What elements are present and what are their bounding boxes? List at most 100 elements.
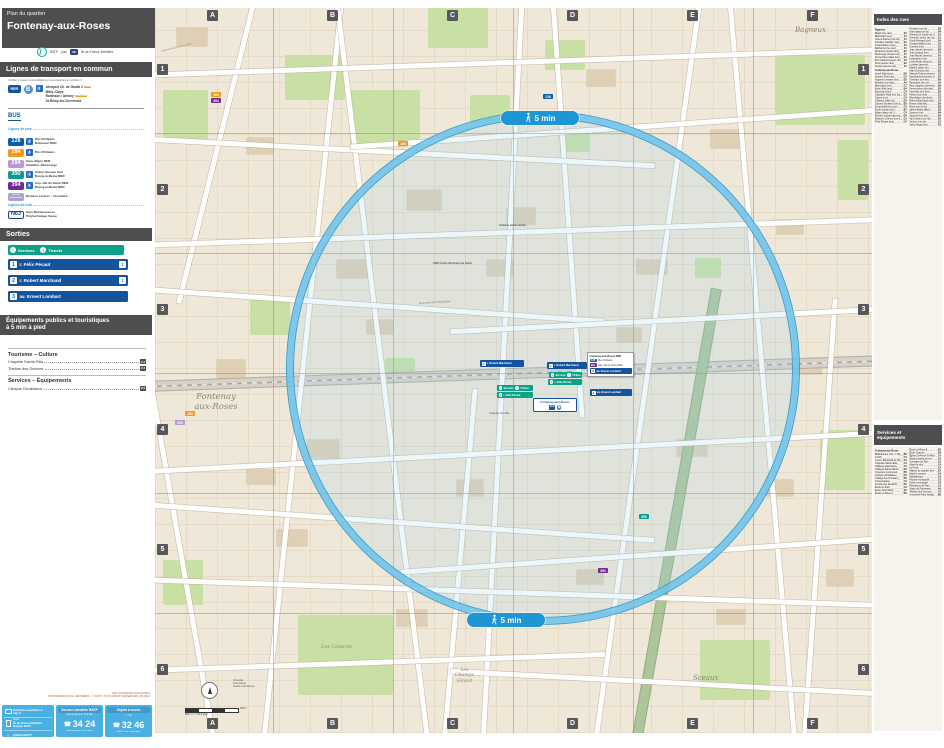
grid-number-left: 3 <box>157 304 168 315</box>
label-fontenay-line1: Fontenay <box>196 392 236 402</box>
grid-line-vertical <box>273 8 274 733</box>
customer-service-hours: tous les jours de 7h à 21h <box>66 714 93 716</box>
grid-letter-bottom: C <box>447 718 458 729</box>
divider <box>8 108 144 109</box>
street-index-row: Verdun (avenue de) F1 <box>875 65 907 68</box>
walking-person-icon <box>525 112 531 123</box>
bus-destination: Issy–Val de Seine RER <box>598 363 623 367</box>
grid-number-left: 2 <box>157 184 168 195</box>
night-lines-label: Lignes de nuit <box>8 203 144 207</box>
idfm-logo-text: Île-de-France Mobilités <box>80 50 114 54</box>
map-exit-bar-lombart-south: 3 av. Ernest Lombart <box>590 389 632 396</box>
wheelchair-icon: ♿ <box>26 149 33 156</box>
park-area <box>298 615 393 695</box>
bus-line-number: Le Petit Fontenaisien <box>8 192 24 201</box>
accessibility-note: Vérifiez le niveau d'accessibilité sur w… <box>8 79 82 82</box>
bus-line-destinations: Pte d'Orléans <box>35 149 55 155</box>
grid-number-right: 1 <box>858 64 869 75</box>
grid-letter-top: A <box>207 10 218 21</box>
north-compass-icon <box>201 682 218 699</box>
rer-destinations: Aéroport Ch. de Gaulle 2 TGV Mitry–Claye… <box>46 85 91 103</box>
grid-number-left: 6 <box>157 664 168 675</box>
grid-number-right: 4 <box>858 424 869 435</box>
map-credits: AGR. FONTENAY-AUX-ROSES DSP/DMO/PRI/VICS… <box>0 692 150 699</box>
section-transport-header: Lignes de transport en commun <box>0 62 152 77</box>
poi-name: Théâtre des Sources <box>8 366 44 371</box>
exit-number: 1 <box>498 393 502 397</box>
index-section-bagneux: Bagneux <box>874 27 886 31</box>
scale-label: 100 m <box>240 706 247 710</box>
services-section-fontenay: Fontenay-aux-Roses <box>874 448 899 452</box>
group-tourisme-items: Chapelle Sainte-Rita C4 Théâtre des Sour… <box>8 359 146 371</box>
index-section-fontenay: Fontenay-aux-Roses <box>874 68 899 72</box>
grid-reference: B6 <box>937 492 941 496</box>
contact-web-row: iledefrance-mobilites.fr ratp.fr <box>4 707 52 718</box>
building-block <box>587 70 615 86</box>
tickets-label: Tickets <box>48 247 63 253</box>
grid-reference: D4 <box>140 385 146 391</box>
bus-stop-badge: 194 <box>185 411 195 416</box>
phone-note2: + prix appel <box>81 730 93 732</box>
label-les-champs-girard: Les Champs Girard <box>455 668 474 684</box>
walking-person-icon <box>491 614 497 625</box>
bus-line-number: 128 <box>8 137 24 146</box>
logo-pour-text: pour <box>60 50 68 54</box>
bus-mode-label: BUS <box>8 113 21 121</box>
rer-destination-name: Robinson / Antony <box>45 94 74 99</box>
five-min-text: 5 min <box>500 615 522 625</box>
exit-list: 1 r. Félix Pécaut ⇕ 2 r. Robert Marchand… <box>8 259 128 307</box>
grid-reference: C4 <box>903 120 907 124</box>
elevator-icon: ⇕ <box>119 261 126 268</box>
twitter-icon: t <box>7 732 9 738</box>
grid-number-right: 5 <box>858 544 869 555</box>
map-services-bar: i Services t Tickets <box>549 372 582 378</box>
grid-reference: F1 <box>903 64 907 68</box>
rer-mode-icon: RER <box>8 85 21 93</box>
road <box>176 8 259 304</box>
lost-found-icons: ⌂ ☂ ✉ <box>125 715 132 717</box>
bus-stop-badge: 390 <box>639 514 649 519</box>
index-rues-columns: Bagneux Blagis (rue des) E1 Blanchard (r… <box>874 26 942 418</box>
label-champs-line3: Girard <box>456 678 473 684</box>
grid-letter-bottom: B <box>327 718 338 729</box>
day-lines-label: Lignes de jour <box>8 127 144 131</box>
wheelchair-icon: ♿ <box>26 182 33 189</box>
twitter-handle: @ClientsRATP <box>13 733 32 737</box>
bus-stop-info-box: Fontenay-aux-Roses RER 128 Pte d'Orléans… <box>587 352 634 377</box>
group-services-items: Clinique Clinalliance D4 <box>8 385 146 391</box>
idfm-logo-icon: îdF <box>70 49 78 55</box>
day-lines-text: Lignes de jour <box>8 127 32 131</box>
grid-number-right: 2 <box>858 184 869 195</box>
park-area <box>350 90 420 145</box>
rer-b-icon: B <box>23 85 33 94</box>
street-index-row: Félix Pécaut (rue) C4 <box>875 120 907 123</box>
lost-found-phone: ☎ 32 46 <box>107 720 150 730</box>
dotted-leader <box>44 362 139 363</box>
bus-line-row: N63 Gare Montparnasse Polytechnique Vauv… <box>8 209 150 220</box>
exit-street-label: r. Robert Marchand <box>487 362 512 365</box>
bus-destination-1: Pte d'Orléans <box>35 149 55 154</box>
bus-line-destinations: Gare d'Igny RER Châtillon–Montrouge <box>26 159 57 167</box>
grid-reference: E3 <box>938 122 941 126</box>
label-chateau-sainte-barbe: Château Sainte-Barbe <box>499 224 526 227</box>
five-min-text: 5 min <box>534 113 556 123</box>
bus-line-number: N63 <box>8 210 24 219</box>
grid-number-right: 6 <box>858 664 869 675</box>
poi-row: Chapelle Sainte-Rita C4 <box>8 359 146 364</box>
bus-destination-2: Bourg-la-Reine RER <box>35 184 65 189</box>
poi-name: Chapelle Sainte-Rita <box>8 360 43 364</box>
map-exit-bar-felix-east: 1 r. Félix Pécaut <box>548 379 582 385</box>
customer-service-box: Service clientèle RATP tous les jours de… <box>56 705 103 737</box>
bus-destination-1: Division Leclerc – Circulaire <box>26 193 68 198</box>
customer-service-phone: ☎ 34 24 <box>58 719 101 729</box>
bus-line-number: 194 <box>8 148 24 157</box>
ratp-logo-text: RATP <box>49 50 58 54</box>
services-entries: Bibliothèque univ. J. Monnet B6 CCAS C4 … <box>875 448 941 496</box>
smartphone-icon <box>5 719 11 728</box>
credits-line2: DSP/DMO/PRI/VICS • EDITERRA – © RATP • T… <box>48 695 150 699</box>
services-label: Services <box>18 247 35 253</box>
app-bonjour-ratp: Bonjour RATP <box>13 725 32 729</box>
connection-tag: ORLYVAL <box>75 95 88 98</box>
bus-line-row: 294 Gare d'Igny RER Châtillon–Montrouge <box>8 158 150 169</box>
bus-line-number: 128 <box>589 358 597 363</box>
